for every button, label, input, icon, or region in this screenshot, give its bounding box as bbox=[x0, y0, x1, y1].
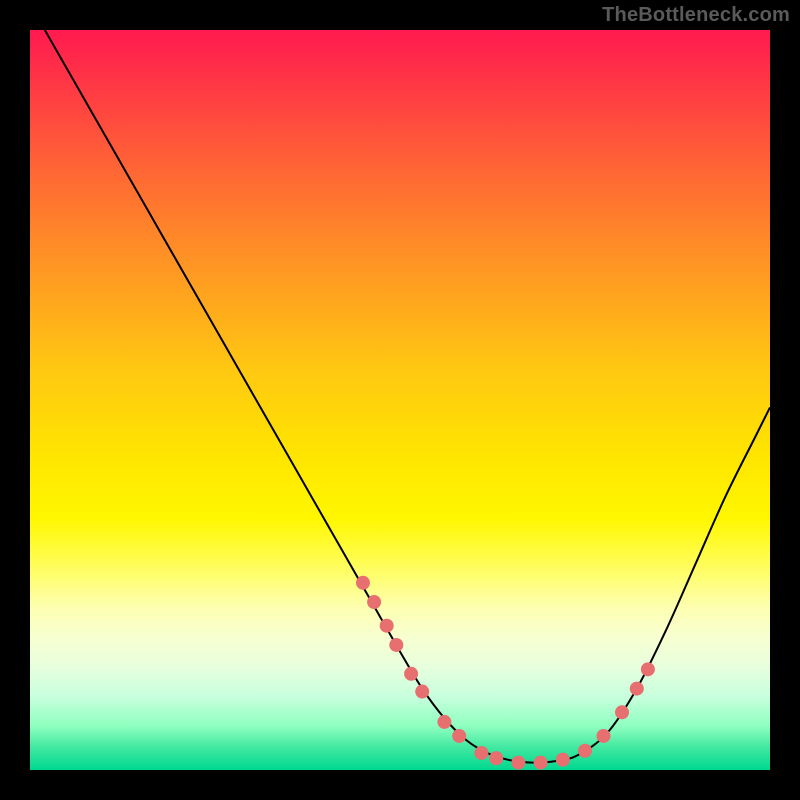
highlight-dot bbox=[615, 705, 629, 719]
highlight-dot bbox=[511, 756, 525, 770]
highlight-dot bbox=[474, 746, 488, 760]
highlight-dot bbox=[380, 619, 394, 633]
highlight-dot bbox=[415, 685, 429, 699]
highlight-dot bbox=[489, 751, 503, 765]
highlight-dot bbox=[556, 753, 570, 767]
bottleneck-curve bbox=[45, 30, 770, 763]
highlight-dot bbox=[534, 756, 548, 770]
chart-container: TheBottleneck.com bbox=[0, 0, 800, 800]
curve-layer bbox=[30, 30, 770, 770]
highlight-dot bbox=[356, 576, 370, 590]
highlight-dot bbox=[641, 662, 655, 676]
highlight-dot bbox=[630, 682, 644, 696]
attribution-text: TheBottleneck.com bbox=[602, 4, 790, 27]
highlight-dot bbox=[597, 729, 611, 743]
highlight-dot bbox=[578, 744, 592, 758]
highlight-dot bbox=[389, 638, 403, 652]
plot-area bbox=[30, 30, 770, 770]
highlight-dot bbox=[404, 667, 418, 681]
highlight-dot bbox=[437, 715, 451, 729]
highlight-dots-group bbox=[356, 576, 655, 770]
highlight-dot bbox=[452, 729, 466, 743]
highlight-dot bbox=[367, 595, 381, 609]
